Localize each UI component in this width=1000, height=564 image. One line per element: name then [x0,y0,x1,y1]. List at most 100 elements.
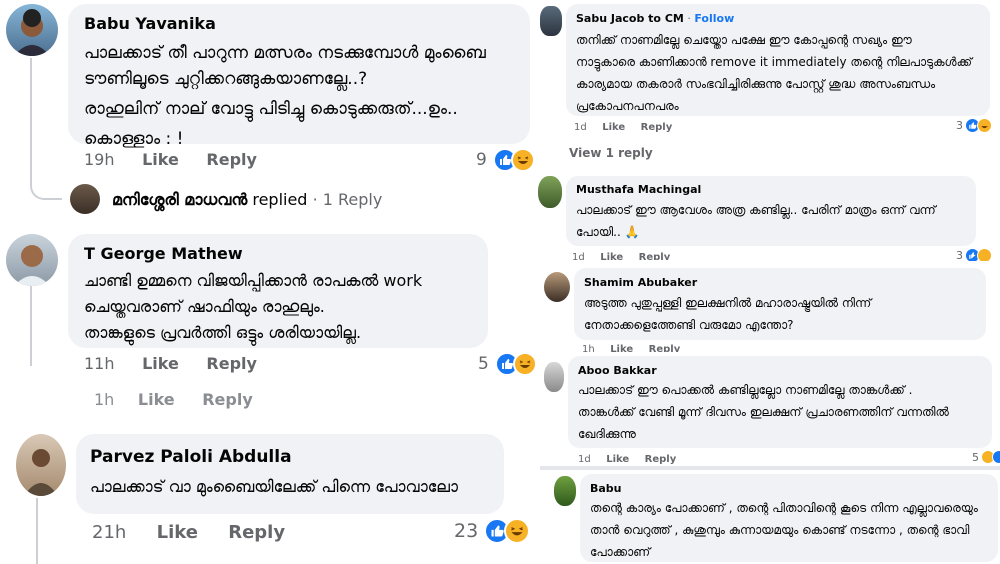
view-replies-link[interactable]: View 1 reply [569,146,653,160]
timestamp[interactable]: 1d [572,252,585,260]
comment-line: പോയി.. 🙏 [576,225,640,239]
haha-reaction-icon [504,518,531,544]
comment-line: കൊള്ളാം : ! [84,129,184,149]
timestamp[interactable]: 1h [582,344,595,352]
comment-line: താങ്കളുടെ പ്രവർത്തി ഒട്ടും ശരിയായില്ല. [84,323,362,342]
comment-line: കാര്യമായ തകരാർ സംഭവിച്ചിരിക്കുന്നു പോസ്റ… [576,77,936,91]
comment-line: നാട്ടുകാരെ കാണിക്കാൻ remove it immediate… [576,55,972,69]
comment-line: തനിക്ക് നാണമില്ലേ ചെയ്തോ പക്ഷേ ഈ കോപ്പന്… [576,33,912,47]
reaction-summary[interactable]: 5 [972,451,1000,463]
timestamp[interactable]: 21h [92,522,126,543]
comment-bubble: Aboo Bakkar പാലക്കാട് ഈ പൊക്കൽ കണ്ടില്ലല… [568,356,992,448]
replies-link[interactable]: മനിശ്ശേരി മാധവൻ replied · 1 Reply [112,190,382,210]
comment-actions: 11h Like Reply [84,354,257,373]
comment-line: പാലക്കാട് ഈ ആവേശം അത്ര കണ്ടില്ല.. പേരിന്… [576,203,936,217]
right-panel: Sabu Jacob to CM · Follow തനിക്ക് നാണമില… [536,0,1000,564]
reaction-summary[interactable]: 9 [476,148,535,172]
timestamp[interactable]: 1d [574,122,587,133]
avatar[interactable] [6,4,58,56]
timestamp[interactable]: 11h [84,354,115,373]
comment-line: താങ്കൾക്ക് വേണ്ടി മൂന്ന് ദിവസം ഇലക്ഷന് പ… [578,405,949,419]
author-name[interactable]: Shamim Abubaker [584,276,976,290]
author-name[interactable]: Musthafa Machingal [576,183,966,197]
comment-line: ചെയ്തവരാണ് ഷാഫിയും രാഹുലും. [84,297,325,316]
comment-line: തന്റെ കാര്യം പോക്കാണ് , തന്റെ പിതാവിന്റെ… [590,501,978,515]
timestamp[interactable]: 1d [578,454,591,464]
screenshot-seam [540,466,1000,470]
author-name[interactable]: Babu [590,482,988,496]
comment-bubble: Parvez Paloli Abdulla പാലക്കാട് വാ മുംബൈ… [76,434,504,514]
like-button[interactable]: Like [606,454,629,464]
comment-line: പാലക്കാട് വാ മുംബൈയിലേക്ക് പിന്നെ പോവാലോ [90,477,459,496]
comment-line: രാഹുലിന് നാല് വോട്ടു പിടിച്ചു കൊടുക്കരുത… [84,99,458,119]
like-button[interactable]: Like [602,122,625,133]
comment-line: നേതാക്കളെത്തേണ്ടി വരുമോ എന്തോ? [584,318,794,332]
comment-line: പാലക്കാട് ഈ പൊക്കൽ കണ്ടില്ലല്ലോ നാണമില്ല… [578,383,913,397]
comment-actions: 19h Like Reply [84,150,257,169]
reply-button[interactable]: Reply [649,344,681,352]
left-panel: Babu Yavanika പാലക്കാട് തീ പാറുന്ന മത്സര… [0,0,537,564]
reaction-summary[interactable]: 3 [956,249,992,261]
comment-line: താൻ വെറുത്ത് , കുശുമ്പും കുന്നായമയും കൊണ… [590,523,970,537]
separator-dot: · [687,12,691,25]
reply-button[interactable]: Reply [228,522,285,543]
avatar[interactable] [540,6,562,36]
comment-bubble: Shamim Abubaker അടുത്ത പുതുപ്പള്ളി ഇലക്ഷ… [574,268,986,340]
comment-actions: 21h Like Reply [92,522,285,543]
like-button[interactable]: Like [142,150,179,169]
comment-line: ടൗണിലൂടെ ചുറ്റിക്കറങ്ങുകയാണല്ലേ..? [84,69,368,89]
like-button[interactable]: Like [610,344,633,352]
comment-bubble: T George Mathew ചാണ്ടി ഉമ്മനെ വിജയിപ്പിക… [68,234,488,348]
comment-bubble: Babu Yavanika പാലക്കാട് തീ പാറുന്ന മത്സര… [68,4,530,149]
reaction-count: 5 [972,451,979,463]
comment-line: പ്രകോപനപനപരം [576,99,679,113]
like-reaction-icon [992,451,1000,463]
comment-actions: 1d Like Reply [578,454,676,464]
author-name[interactable]: Babu Yavanika [84,14,514,34]
like-button[interactable]: Like [142,354,179,373]
reaction-summary[interactable]: 23 [454,518,531,544]
avatar[interactable] [554,476,576,506]
comment-line: ഖേദിക്കുന്നു [578,427,636,441]
reply-button[interactable]: Reply [645,454,677,464]
comment-bubble: Sabu Jacob to CM · Follow തനിക്ക് നാണമില… [566,4,990,116]
reaction-count: 5 [478,354,489,374]
follow-button[interactable]: Follow [694,12,734,25]
reply-button[interactable]: Reply [641,122,673,133]
reply-button: Reply [202,390,253,409]
replies-count: 1 Reply [322,190,383,209]
ghost-actions-row: 1h Like Reply [94,390,253,409]
comment-actions: 1d Like Reply [572,252,670,260]
timestamp[interactable]: 19h [84,150,115,169]
reply-button[interactable]: Reply [206,150,257,169]
avatar[interactable] [538,176,562,208]
reaction-count: 9 [476,150,487,170]
comment-line: പാലക്കാട് തീ പാറുന്ന മത്സരം നടക്കുമ്പോൾ … [84,43,486,63]
avatar[interactable] [544,362,564,392]
comment-bubble: Babu തന്റെ കാര്യം പോക്കാണ് , തന്റെ പിതാവ… [580,474,998,562]
avatar[interactable] [544,272,570,302]
like-button[interactable]: Like [157,522,198,543]
comment-header: Sabu Jacob to CM · Follow [576,12,980,26]
separator-dot: · [312,190,318,209]
reply-avatar[interactable] [70,184,100,214]
avatar[interactable] [6,234,58,286]
reaction-summary[interactable]: 5 [478,352,537,376]
author-name[interactable]: Aboo Bakkar [578,364,982,378]
comment-line: ചാണ്ടി ഉമ്മനെ വിജയിപ്പിക്കാൻ രാപകൽ work [84,271,423,290]
haha-reaction-icon [512,352,537,376]
like-button[interactable]: Like [600,252,623,260]
comment-actions: 1h Like Reply [582,344,680,352]
avatar[interactable] [16,434,66,496]
reply-button[interactable]: Reply [639,252,671,260]
author-name[interactable]: Sabu Jacob to CM [576,12,684,25]
comment-bubble: Musthafa Machingal പാലക്കാട് ഈ ആവേശം അത്… [566,176,976,246]
comment-line: പോക്കാണ് [590,545,651,559]
reply-button[interactable]: Reply [206,354,257,373]
author-name[interactable]: T George Mathew [84,244,472,264]
reaction-summary[interactable]: 3 [956,118,992,133]
haha-reaction-icon [510,148,535,172]
author-name[interactable]: Parvez Paloli Abdulla [90,446,490,468]
thread-line [36,498,38,564]
comment-actions: 1d Like Reply [574,122,672,133]
